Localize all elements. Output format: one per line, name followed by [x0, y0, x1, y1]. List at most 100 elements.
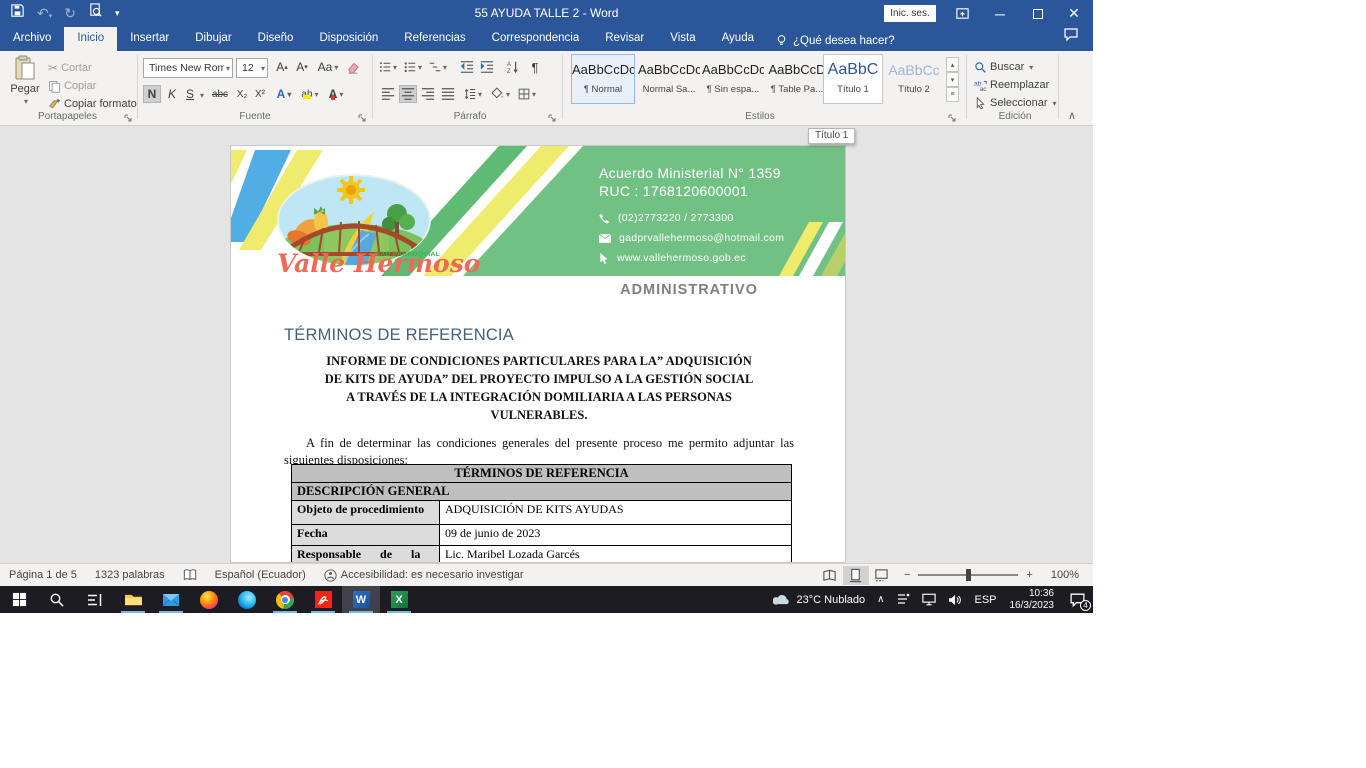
- doc-title-paragraph[interactable]: INFORME DE CONDICIONES PARTICULARES PARA…: [271, 352, 807, 424]
- bold-button[interactable]: N: [143, 85, 161, 103]
- bullets-icon[interactable]: ▾: [379, 58, 397, 76]
- ribbon-display-options-icon[interactable]: [943, 0, 981, 27]
- style-normal-sa[interactable]: AaBbCcDc Normal Sa...: [638, 55, 700, 103]
- italic-button[interactable]: K: [163, 85, 181, 103]
- strikethrough-button[interactable]: abc: [208, 85, 232, 103]
- document-page[interactable]: GAD PARROQUIAL Valle Hermoso Acuerdo Min…: [230, 145, 846, 563]
- taskbar-edge-icon[interactable]: [228, 586, 266, 613]
- style-normal[interactable]: AaBbCcDc ¶ Normal: [572, 55, 634, 103]
- minimize-button[interactable]: ─: [981, 0, 1019, 27]
- style-table-paragraph[interactable]: AaBbCcD ¶ Table Pa...: [766, 55, 828, 103]
- print-layout-icon[interactable]: [843, 566, 869, 585]
- align-right-icon[interactable]: [419, 85, 437, 103]
- borders-icon[interactable]: ▾: [518, 85, 536, 103]
- taskbar-firefox-icon[interactable]: [190, 586, 228, 613]
- terms-table[interactable]: TÉRMINOS DE REFERENCIA DESCRIPCIÓN GENER…: [291, 464, 792, 563]
- style-sin-espaciado[interactable]: AaBbCcDc ¶ Sin espa...: [702, 55, 764, 103]
- find-button[interactable]: Buscar▾: [974, 57, 1033, 77]
- highlight-color-icon[interactable]: ab▾: [301, 85, 319, 103]
- clear-formatting-icon[interactable]: [344, 58, 362, 76]
- keyboard-language[interactable]: ESP: [968, 586, 1002, 613]
- style-titulo-2[interactable]: AaBbCc Título 2: [886, 55, 942, 103]
- font-name-combo[interactable]: Times New Roma▾: [143, 58, 233, 78]
- tab-archivo[interactable]: Archivo: [0, 27, 64, 51]
- text-effects-icon[interactable]: A▾: [275, 85, 293, 103]
- taskbar-word-icon[interactable]: W: [342, 586, 380, 613]
- align-center-icon[interactable]: [399, 85, 417, 103]
- subscript-button[interactable]: X₂: [233, 85, 251, 103]
- tab-correspondencia[interactable]: Correspondencia: [479, 27, 593, 51]
- cell-value[interactable]: ADQUISICIÓN DE KITS AYUDAS: [440, 501, 792, 525]
- tell-me-box[interactable]: ¿Qué desea hacer?: [767, 34, 903, 51]
- accessibility-status[interactable]: Accesibilidad: es necesario investigar: [315, 564, 533, 586]
- tab-diseno[interactable]: Diseño: [245, 27, 307, 51]
- cell-label[interactable]: Responsable de la Dirección Requirente: [292, 546, 440, 564]
- tab-insertar[interactable]: Insertar: [117, 27, 182, 51]
- zoom-out-icon[interactable]: −: [904, 569, 910, 581]
- network-icon[interactable]: [916, 586, 942, 613]
- tab-revisar[interactable]: Revisar: [592, 27, 657, 51]
- font-size-combo[interactable]: 12▾: [236, 58, 268, 78]
- multilevel-list-icon[interactable]: ▾: [429, 58, 447, 76]
- sort-icon[interactable]: [504, 58, 522, 76]
- replace-button[interactable]: Reemplazar: [974, 75, 1049, 95]
- styles-scroll-up-icon[interactable]: ▴: [946, 57, 959, 72]
- comments-icon[interactable]: [1049, 26, 1093, 51]
- zoom-level[interactable]: 100%: [1042, 564, 1093, 586]
- select-button[interactable]: Seleccionar▾: [974, 93, 1057, 113]
- zoom-in-icon[interactable]: +: [1026, 569, 1032, 581]
- shrink-font-icon[interactable]: A▾: [293, 58, 311, 76]
- tab-disposicion[interactable]: Disposición: [306, 27, 391, 51]
- align-left-icon[interactable]: [379, 85, 397, 103]
- copy-button[interactable]: Copiar: [48, 76, 96, 96]
- tray-app-icon[interactable]: [890, 586, 916, 613]
- tab-ayuda[interactable]: Ayuda: [709, 27, 767, 51]
- tab-inicio[interactable]: Inicio: [64, 27, 117, 51]
- paste-button[interactable]: Pegar▾: [8, 55, 42, 107]
- cell-label[interactable]: Fecha: [292, 525, 440, 546]
- notification-center-icon[interactable]: 4: [1061, 586, 1093, 613]
- proofing-icon[interactable]: [174, 564, 206, 586]
- justify-icon[interactable]: [439, 85, 457, 103]
- search-icon[interactable]: [38, 586, 76, 613]
- maximize-button[interactable]: [1019, 0, 1057, 27]
- taskbar-file-explorer-icon[interactable]: [114, 586, 152, 613]
- tab-dibujar[interactable]: Dibujar: [182, 27, 244, 51]
- cell-value[interactable]: 09 de junio de 2023: [440, 525, 792, 546]
- table-header[interactable]: TÉRMINOS DE REFERENCIA: [292, 465, 792, 483]
- cut-button[interactable]: ✂ Cortar: [48, 58, 92, 78]
- word-count[interactable]: 1323 palabras: [86, 564, 174, 586]
- numbering-icon[interactable]: ▾: [404, 58, 422, 76]
- page-indicator[interactable]: Página 1 de 5: [0, 564, 86, 586]
- web-layout-icon[interactable]: [869, 566, 895, 585]
- styles-more-icon[interactable]: ≡: [946, 87, 959, 102]
- zoom-slider-thumb[interactable]: [966, 569, 971, 581]
- table-section[interactable]: DESCRIPCIÓN GENERAL: [292, 483, 792, 501]
- tray-chevron-up-icon[interactable]: ∧: [871, 586, 890, 613]
- cell-label[interactable]: Objeto de procedimiento: [292, 501, 440, 525]
- read-mode-icon[interactable]: [817, 566, 843, 585]
- increase-indent-icon[interactable]: [478, 58, 496, 76]
- zoom-slider[interactable]: [918, 574, 1018, 576]
- grow-font-icon[interactable]: A▴: [273, 58, 291, 76]
- sign-in-button[interactable]: Inic. ses.: [884, 5, 936, 22]
- tab-referencias[interactable]: Referencias: [391, 27, 478, 51]
- paragraph-dialog-launcher-icon[interactable]: [548, 110, 559, 121]
- doc-heading[interactable]: TÉRMINOS DE REFERENCIA: [284, 326, 514, 345]
- font-color-icon[interactable]: A▾: [327, 85, 345, 103]
- cell-value[interactable]: Lic. Maribel Lozada Garcés Auxiliar de C…: [440, 546, 792, 564]
- close-button[interactable]: ✕: [1055, 0, 1093, 27]
- font-dialog-launcher-icon[interactable]: [358, 110, 369, 121]
- superscript-button[interactable]: X²: [251, 85, 269, 103]
- taskbar-chrome-icon[interactable]: [266, 586, 304, 613]
- weather-widget[interactable]: 23°C Nublado: [767, 586, 872, 613]
- volume-icon[interactable]: [942, 586, 968, 613]
- taskbar-mail-icon[interactable]: [152, 586, 190, 613]
- task-view-icon[interactable]: [76, 586, 114, 613]
- styles-dialog-launcher-icon[interactable]: [948, 110, 959, 121]
- taskbar-acrobat-icon[interactable]: [304, 586, 342, 613]
- underline-button[interactable]: S: [181, 85, 199, 103]
- collapse-ribbon-icon[interactable]: ∧: [1068, 105, 1076, 125]
- shading-icon[interactable]: ▾: [492, 85, 510, 103]
- line-spacing-icon[interactable]: ▾: [464, 85, 482, 103]
